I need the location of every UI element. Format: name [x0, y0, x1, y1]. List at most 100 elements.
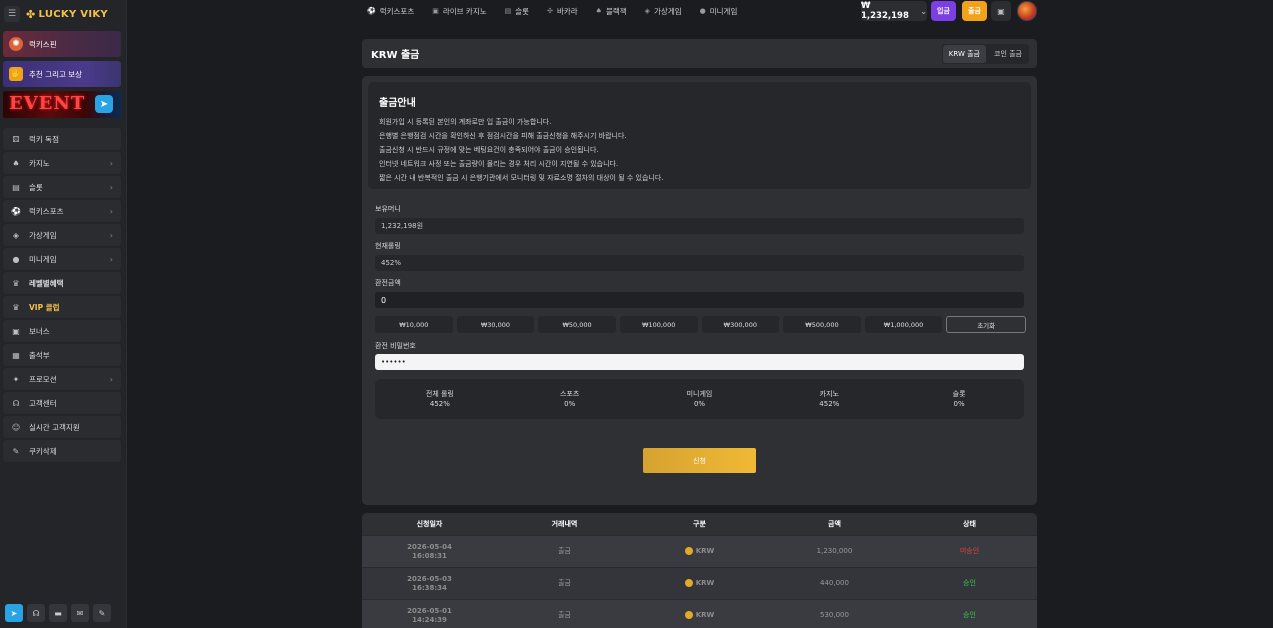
currency-text: KRW [695, 579, 715, 587]
quick-amount-button[interactable]: ₩300,000 [701, 316, 780, 333]
guide-title: 출금안내 [379, 98, 416, 109]
guide-line: 출금신청 시 반드시 규정에 맞는 베팅요건이 충족되어야 출금이 승인됩니다. [379, 146, 599, 154]
sidebar-item-casino[interactable]: ♠ 카지노 › [3, 152, 121, 174]
time-text: 16:08:31 [412, 551, 447, 560]
request-date: 2026-05-01 14:24:39 [362, 607, 497, 625]
quick-amount-button[interactable]: ₩30,000 [456, 316, 535, 333]
rolling-stat-label: 미니게임 [686, 390, 713, 398]
telegram-icon[interactable]: ➤ [5, 604, 23, 622]
rolling-stat-label: 슬롯 [952, 390, 966, 398]
topnav-virtual-games[interactable]: ◈ 가상게임 [645, 6, 682, 17]
page-header: KRW 출금 KRW 출금 코인 출금 [362, 39, 1037, 68]
headset-icon[interactable]: ☊ [27, 604, 45, 622]
sidebar-item-bonus[interactable]: ▣ 보너스 [3, 320, 121, 342]
password-input[interactable]: •••••• [375, 354, 1024, 370]
chevron-down-icon: ⌄ [920, 6, 927, 16]
submit-button[interactable]: 신청 [643, 448, 756, 473]
withdraw-button[interactable]: 출금 [962, 1, 987, 21]
sidebar-item-label: 카지노 [29, 158, 50, 168]
sidebar-nav: ⚄ 럭키 독점 ♠ 카지노 › ▤ 슬롯 › ⚽ 럭키스포츠 › ◈ 가상게임 … [0, 128, 126, 462]
sidebar-item-vip-club[interactable]: ♛ VIP 클럽 [3, 296, 121, 318]
gamepad-icon: ◈ [644, 7, 651, 15]
avatar[interactable] [1017, 1, 1037, 21]
crown-icon: ♛ [12, 278, 20, 288]
top-nav: ⚽ 럭키스포츠 ▣ 라이브 카지노 ▤ 슬롯 ✣ 바카라 ♠ 블랙잭 ◈ 가상게임 ● 미니게… [127, 0, 1273, 22]
currency: KRW [632, 611, 767, 620]
sidebar-header: ☰ ✤ LUCKY VIKY [0, 0, 126, 28]
gamepad-icon: ◈ [12, 230, 20, 240]
wheel-icon: ✺ [9, 37, 23, 51]
sidebar-item-attendance[interactable]: ▦ 출석부 [3, 344, 121, 366]
topnav-blackjack[interactable]: ♠ 블랙잭 [596, 6, 627, 17]
sidebar-item-clear-cookies[interactable]: ✎ 쿠키삭제 [3, 440, 121, 462]
broom-icon[interactable]: ✎ [93, 604, 111, 622]
sidebar-item-slot[interactable]: ▤ 슬롯 › [3, 176, 121, 198]
coin-icon [684, 611, 693, 619]
rolling-stat-value: 0% [564, 400, 576, 408]
sidebar-item-label: 쿠키삭제 [29, 446, 57, 456]
currency-text: KRW [695, 547, 715, 555]
amount: 530,000 [820, 611, 849, 619]
deposit-button[interactable]: 입금 [931, 1, 956, 21]
chat-icon[interactable]: ▬ [49, 604, 67, 622]
sidebar-item-customer-center[interactable]: ☊ 고객센터 [3, 392, 121, 414]
quick-amount-button[interactable]: ₩1,000,000 [864, 316, 943, 333]
gift-icon[interactable]: ▣ [991, 1, 1011, 21]
topnav-live-casino[interactable]: ▣ 라이브 카지노 [432, 6, 486, 17]
rolling-stat-label: 카지노 [819, 390, 839, 398]
promo-referral[interactable]: ✋ 추천 그리고 보상 [3, 61, 121, 87]
sidebar-item-label: 프로모션 [29, 374, 57, 384]
quick-amount-button[interactable]: ₩100,000 [619, 316, 698, 333]
currency: KRW [632, 579, 767, 588]
quick-amount-button[interactable]: ₩10,000 [375, 316, 453, 333]
mini-icon: ● [699, 7, 706, 15]
chevron-right-icon: › [109, 254, 113, 264]
table-header: 신청일자 거래내역 구분 금액 상태 [362, 513, 1037, 535]
sidebar-item-live-support[interactable]: ☺ 실시간 고객지원 [3, 416, 121, 438]
topnav-sports[interactable]: ⚽ 럭키스포츠 [367, 6, 414, 17]
coin-icon [684, 579, 693, 587]
clover-icon: ✤ [26, 7, 36, 21]
rolling-total: 전체 롤링 452% [375, 389, 505, 409]
sidebar-footer: ➤ ☊ ▬ ✉ ✎ [5, 604, 111, 622]
tab-krw-withdraw[interactable]: KRW 출금 [942, 45, 986, 63]
sidebar-item-virtual-games[interactable]: ◈ 가상게임 › [3, 224, 121, 246]
gift-icon: ▣ [12, 326, 20, 336]
promo-lucky-spin[interactable]: ✺ 럭키스핀 [3, 31, 121, 57]
topnav-minigames[interactable]: ● 미니게임 [700, 6, 738, 17]
sidebar-item-promotion[interactable]: ✦ 프로모션 › [3, 368, 121, 390]
mail-icon[interactable]: ✉ [71, 604, 89, 622]
menu-icon[interactable]: ☰ [4, 6, 20, 22]
date-text: 2026-05-04 [407, 542, 452, 551]
sidebar-item-label: 레벨별혜택 [29, 278, 64, 288]
sidebar-item-lucky-exclusive[interactable]: ⚄ 럭키 독점 [3, 128, 121, 150]
ball-icon: ⚽ [11, 206, 21, 216]
chevron-right-icon: › [109, 206, 113, 216]
reset-button[interactable]: 초기화 [946, 316, 1026, 333]
withdraw-guide: 출금안내 회원가입 시 등록된 본인의 계좌로만 입 출금이 가능합니다. 은행… [368, 82, 1031, 189]
topnav-label: 바카라 [556, 6, 578, 16]
column-header: 신청일자 [416, 520, 443, 528]
chevron-right-icon: › [109, 230, 113, 240]
rolling-label: 현재롤링 [375, 242, 401, 250]
table-row: 2026-05-03 16:38:34 출금 KRW 440,000 승인 [362, 567, 1037, 599]
calendar-icon: ▦ [12, 350, 20, 360]
sidebar-item-level-benefits[interactable]: ♛ 레벨별혜택 [3, 272, 121, 294]
transaction-type: 출금 [558, 547, 571, 555]
topnav-slot[interactable]: ▤ 슬롯 [505, 6, 529, 17]
chip-icon: ✣ [547, 7, 553, 15]
quick-amount-button[interactable]: ₩500,000 [783, 316, 861, 333]
time-text: 14:24:39 [412, 615, 447, 624]
topnav-baccarat[interactable]: ✣ 바카라 [547, 6, 578, 17]
sidebar-item-minigames[interactable]: ● 미니게임 › [3, 248, 121, 270]
rolling-stat-value: 0% [693, 400, 706, 408]
logo[interactable]: ✤ LUCKY VIKY [26, 8, 108, 21]
event-banner[interactable]: EVENT ➤ [3, 91, 121, 118]
balance-dropdown[interactable]: ₩ 1,232,198 ⌄ [861, 1, 927, 21]
quick-amount-button[interactable]: ₩50,000 [538, 316, 616, 333]
transaction-type: 출금 [558, 579, 571, 587]
amount-input[interactable]: 0 [375, 292, 1024, 308]
time-text: 16:38:34 [412, 583, 447, 592]
sidebar-item-sports[interactable]: ⚽ 럭키스포츠 › [3, 200, 121, 222]
tab-coin-withdraw[interactable]: 코인 출금 [988, 45, 1028, 63]
